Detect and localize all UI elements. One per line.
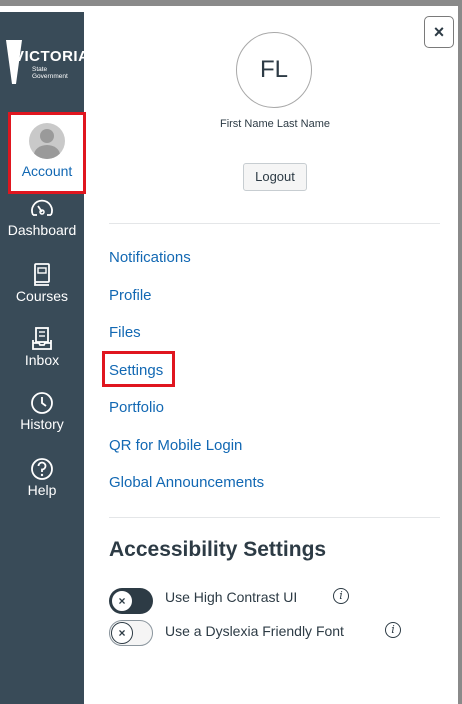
high-contrast-info-icon[interactable]: i [333, 588, 349, 604]
link-profile[interactable]: Profile [109, 287, 152, 304]
nav-account[interactable]: Account [8, 112, 86, 194]
global-nav-rail: VICTORIA State Government Account Dashbo… [0, 12, 89, 704]
nav-history[interactable]: History [0, 390, 84, 432]
toggle-x-icon: × [111, 590, 133, 612]
high-contrast-label: Use High Contrast UI [165, 589, 298, 605]
courses-book-icon [34, 263, 50, 286]
nav-inbox-label: Inbox [24, 352, 60, 368]
nav-account-label: Account [21, 163, 73, 179]
account-avatar-icon [29, 123, 65, 159]
avatar-initials: FL [259, 56, 288, 83]
accessibility-settings-heading: Accessibility Settings [109, 538, 327, 561]
user-avatar: FL [236, 32, 312, 108]
nav-help[interactable]: Help [0, 456, 84, 498]
account-tray-window: VICTORIA State Government Account Dashbo… [0, 0, 462, 704]
link-notifications[interactable]: Notifications [109, 249, 191, 266]
dyslexia-font-label: Use a Dyslexia Friendly Font [165, 623, 344, 639]
dyslexia-font-toggle[interactable]: × [109, 620, 153, 646]
help-question-icon [31, 458, 53, 480]
link-settings[interactable]: Settings [109, 362, 163, 379]
nav-history-label: History [20, 416, 64, 432]
logo-wordmark: VICTORIA [14, 48, 90, 65]
link-qr-mobile-login[interactable]: QR for Mobile Login [109, 437, 242, 454]
user-name: First Name Last Name [219, 118, 331, 130]
high-contrast-toggle[interactable]: × [109, 588, 153, 614]
logo-subtitle: State Government [32, 66, 68, 80]
history-clock-icon [31, 392, 53, 414]
dashboard-gauge-icon [31, 199, 53, 216]
link-portfolio[interactable]: Portfolio [109, 399, 164, 416]
nav-courses-label: Courses [15, 288, 69, 304]
toggle-x-icon: × [111, 622, 133, 644]
victoria-government-logo[interactable]: VICTORIA State Government [0, 40, 89, 90]
logout-button[interactable]: Logout [243, 163, 307, 191]
nav-courses[interactable]: Courses [0, 262, 84, 304]
divider-bottom [109, 517, 440, 518]
nav-inbox[interactable]: Inbox [0, 326, 84, 368]
nav-help-label: Help [27, 482, 57, 498]
divider-top [109, 223, 440, 224]
dyslexia-font-info-icon[interactable]: i [385, 622, 401, 638]
close-tray-button[interactable]: × [424, 16, 454, 48]
close-icon: × [433, 22, 445, 42]
nav-dashboard-label: Dashboard [7, 222, 77, 238]
link-global-announcements[interactable]: Global Announcements [109, 474, 264, 491]
nav-dashboard[interactable]: Dashboard [0, 196, 84, 238]
link-files[interactable]: Files [109, 324, 141, 341]
inbox-tray-icon [32, 327, 52, 350]
